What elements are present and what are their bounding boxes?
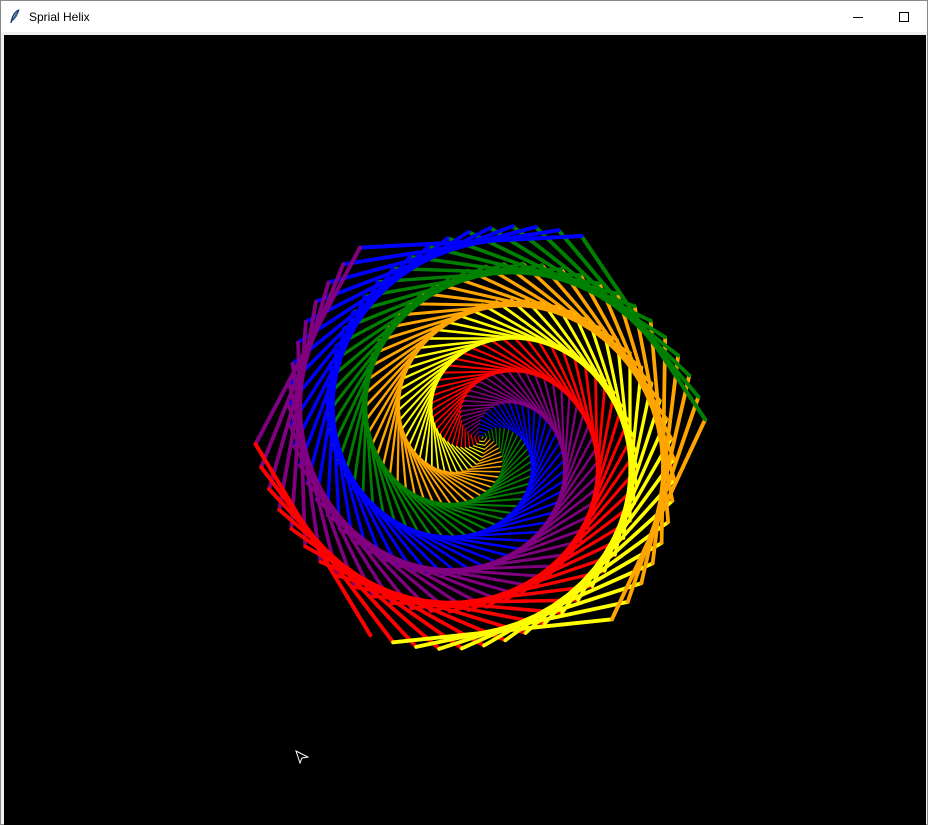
maximize-button[interactable] <box>881 1 927 32</box>
title-bar[interactable]: Sprial Helix <box>1 1 927 32</box>
spiral-segment <box>477 437 481 442</box>
spiral-segment <box>473 436 478 445</box>
spiral-segment <box>498 426 501 449</box>
spiral-segment <box>478 431 486 434</box>
spiral-segment <box>460 424 464 449</box>
spiral-segment <box>267 487 419 649</box>
app-window: Sprial Helix <box>0 0 928 825</box>
spiral-segment <box>495 426 498 445</box>
minimize-icon <box>853 16 863 18</box>
spiral-segment <box>467 431 471 448</box>
spiral-segment <box>483 437 488 443</box>
spiral-segment <box>497 403 519 436</box>
turtle-arrow-icon <box>295 750 309 764</box>
spiral-segment <box>455 420 463 448</box>
spiral-segment <box>484 432 488 439</box>
window-title: Sprial Helix <box>29 9 90 24</box>
turtle-canvas-area[interactable] <box>4 35 926 825</box>
maximize-icon <box>899 11 909 22</box>
spiral-segment <box>433 389 471 425</box>
spiral-segment <box>467 423 480 434</box>
spiral-segment <box>477 427 489 431</box>
spiral-segment <box>487 429 492 440</box>
spiral-segment <box>491 428 495 442</box>
spiral-segment <box>446 441 469 471</box>
spiral-segment <box>470 434 475 447</box>
spiral-segment <box>472 445 486 450</box>
minimize-button[interactable] <box>835 1 881 32</box>
spiral-segment <box>533 225 692 378</box>
spiral-helix-drawing <box>253 224 708 651</box>
spiral-segment <box>473 431 480 438</box>
spiral-segment <box>460 403 499 407</box>
spiral-segment <box>476 443 486 446</box>
window-controls <box>835 1 927 32</box>
spiral-segment <box>461 470 502 473</box>
feather-icon <box>1 1 29 32</box>
spiral-segment <box>449 497 524 505</box>
spiral-segment <box>267 280 331 492</box>
spiral-segment <box>483 440 495 450</box>
